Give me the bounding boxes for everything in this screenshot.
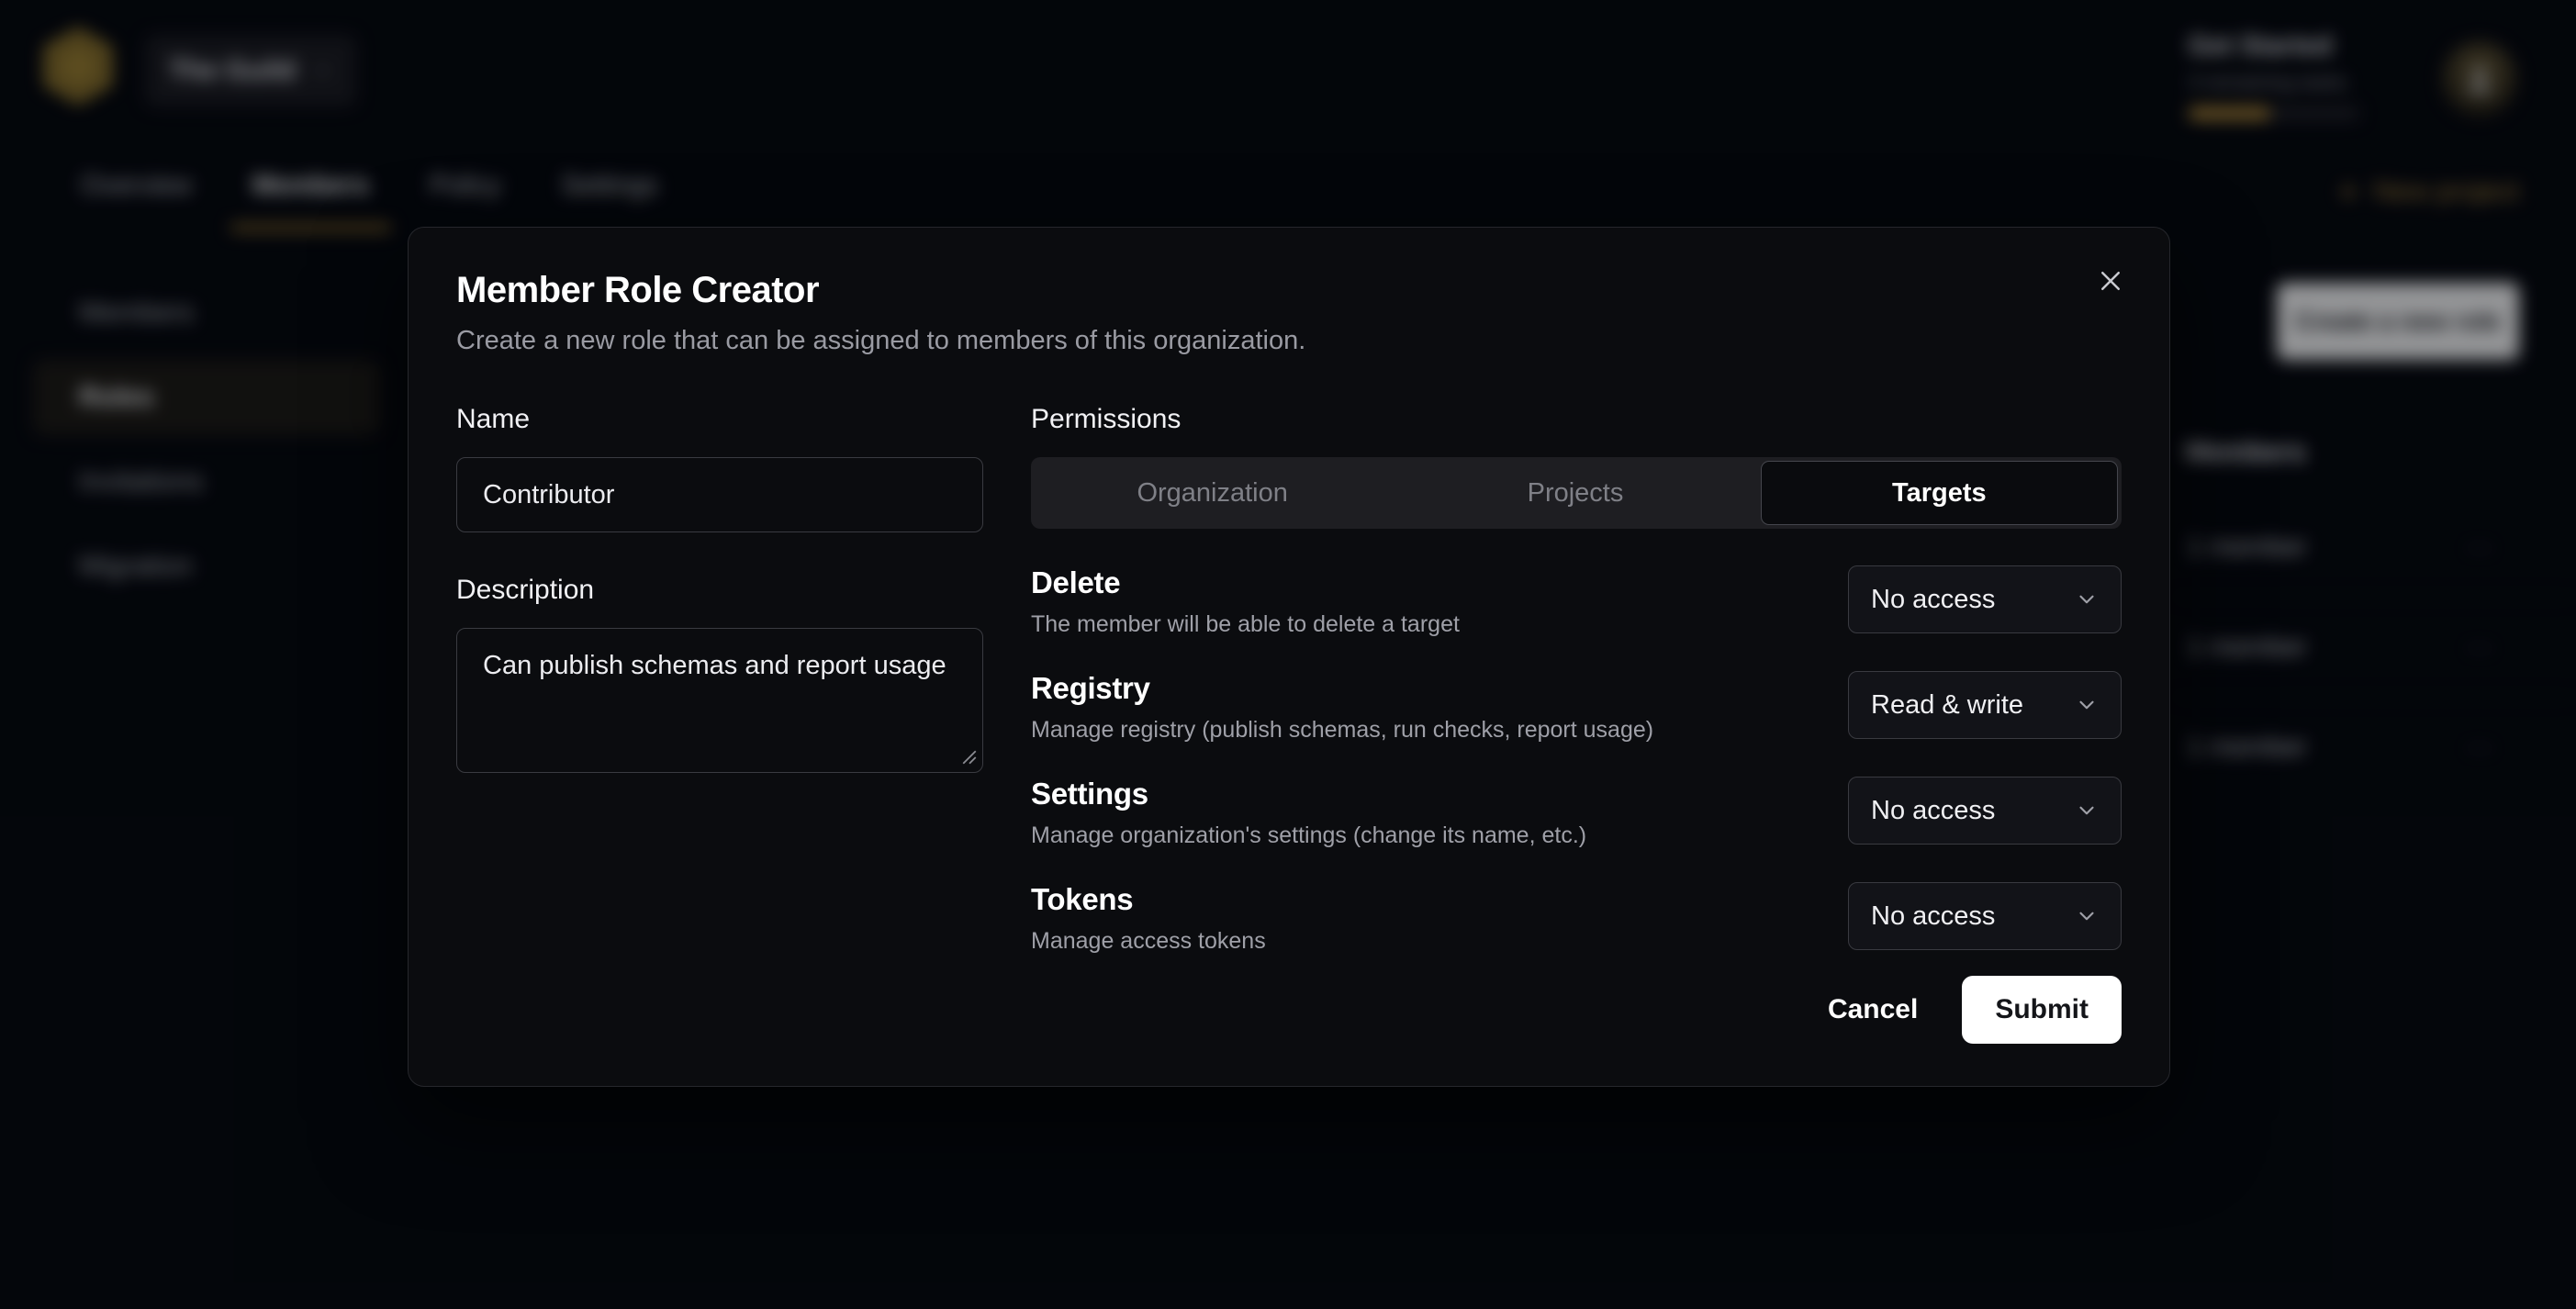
permission-row-tokens: Tokens Manage access tokens No access	[1031, 882, 2122, 955]
chevron-down-icon	[2075, 904, 2099, 928]
member-role-creator-modal: Member Role Creator Create a new role th…	[408, 227, 2170, 1087]
modal-subtitle: Create a new role that can be assigned t…	[456, 326, 2122, 356]
modal-title: Member Role Creator	[456, 270, 2122, 311]
permission-row-settings: Settings Manage organization's settings …	[1031, 777, 2122, 849]
name-label: Name	[456, 404, 983, 435]
registry-access-select[interactable]: Read & write	[1848, 671, 2122, 739]
selected-value: No access	[1871, 585, 1995, 615]
selected-value: No access	[1871, 901, 1995, 932]
chevron-down-icon	[2075, 693, 2099, 717]
chevron-down-icon	[2075, 799, 2099, 822]
permission-description: Manage access tokens	[1031, 928, 1266, 955]
tab-organization[interactable]: Organization	[1035, 461, 1390, 525]
permission-description: Manage organization's settings (change i…	[1031, 822, 1586, 849]
tab-projects[interactable]: Projects	[1397, 461, 1753, 525]
close-icon[interactable]	[2090, 261, 2131, 301]
permission-description: Manage registry (publish schemas, run ch…	[1031, 717, 1653, 744]
permission-row-registry: Registry Manage registry (publish schema…	[1031, 671, 2122, 744]
tab-targets[interactable]: Targets	[1761, 461, 2118, 525]
submit-button[interactable]: Submit	[1962, 976, 2122, 1044]
selected-value: No access	[1871, 796, 1995, 826]
app-screen: The Guild Get Started 3 remaining tasks …	[0, 0, 2576, 1309]
resize-handle-icon[interactable]	[961, 749, 978, 766]
permission-title: Settings	[1031, 777, 1586, 811]
tokens-access-select[interactable]: No access	[1848, 882, 2122, 950]
role-name-input[interactable]	[456, 457, 983, 532]
settings-access-select[interactable]: No access	[1848, 777, 2122, 845]
role-description-textarea[interactable]: Can publish schemas and report usage	[456, 628, 983, 773]
selected-value: Read & write	[1871, 690, 2023, 721]
permission-row-delete: Delete The member will be able to delete…	[1031, 565, 2122, 638]
cancel-button[interactable]: Cancel	[1798, 976, 1947, 1044]
permission-title: Tokens	[1031, 882, 1266, 917]
permissions-label: Permissions	[1031, 404, 2122, 435]
chevron-down-icon	[2075, 587, 2099, 611]
permission-title: Registry	[1031, 671, 1653, 706]
permission-title: Delete	[1031, 565, 1460, 600]
delete-access-select[interactable]: No access	[1848, 565, 2122, 633]
permission-description: The member will be able to delete a targ…	[1031, 611, 1460, 638]
description-label: Description	[456, 575, 983, 606]
permissions-scope-tabs: Organization Projects Targets	[1031, 457, 2122, 529]
